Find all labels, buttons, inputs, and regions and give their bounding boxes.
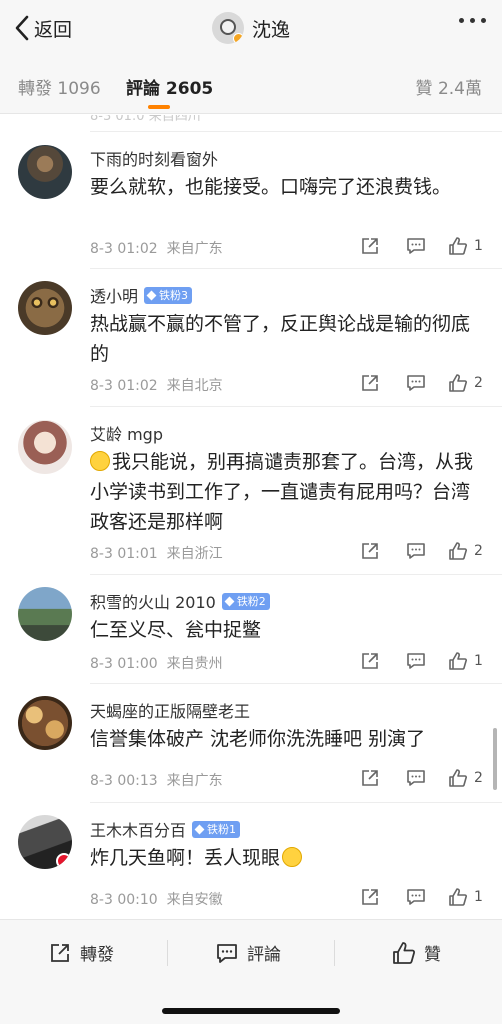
tab-comments[interactable]: 評論 2605	[126, 74, 213, 99]
back-button[interactable]: 返回	[14, 13, 72, 43]
commenter-name[interactable]: 积雪的火山 2010	[90, 589, 216, 613]
tab-repost[interactable]: 轉發 1096	[18, 74, 101, 99]
commenter-avatar[interactable]	[18, 696, 72, 750]
back-label: 返回	[34, 18, 73, 41]
comment-item[interactable]: 下雨的时刻看窗外 要么就软，也能接受。口嗨完了还浪费钱。 8-3 01:02 来…	[0, 132, 502, 267]
tab-bar: 轉發 1096 評論 2605 贊 2.4萬	[0, 58, 502, 114]
diamond-icon	[194, 824, 205, 834]
fan-badge: 铁粉3	[144, 286, 193, 304]
like-button[interactable]: 2	[448, 373, 483, 393]
like-button[interactable]: 2	[448, 768, 483, 788]
comment-button[interactable]: 評論	[215, 940, 281, 965]
like-button[interactable]: 1	[448, 651, 483, 671]
bottom-action-bar: 轉發 評論 贊	[0, 919, 502, 1024]
comment-text: 我只能说，别再搞谴责那套了。台湾，从我小学读书到工作了，一直谴责有屁用吗？台湾政…	[90, 451, 474, 533]
like-post-button[interactable]: 贊	[392, 940, 441, 965]
comment-item[interactable]: 天蝎座的正版隔壁老王 信誉集体破产 沈老师你洗洗睡吧 别演了 8-3 00:13…	[0, 684, 502, 801]
comment-meta: 8-3 00:13 来自广东	[90, 773, 223, 789]
like-button[interactable]: 2	[448, 541, 483, 561]
like-icon	[449, 652, 467, 670]
comment-meta: 8-3 01:01 来自浙江	[90, 546, 223, 562]
reply-icon[interactable]	[406, 373, 426, 393]
share-icon[interactable]	[360, 887, 380, 907]
commenter-avatar[interactable]	[18, 145, 72, 199]
face-emoji-icon	[282, 847, 303, 867]
reply-icon[interactable]	[406, 236, 426, 256]
top-nav-bar: 返回 沈逸	[0, 0, 502, 58]
back-chevron-icon	[15, 15, 29, 41]
fan-badge: 铁粉1	[192, 820, 241, 838]
comment-meta: 8-3 01:00 来自贵州	[90, 656, 223, 672]
divider	[334, 940, 335, 966]
commenter-name[interactable]: 下雨的时刻看窗外	[90, 146, 218, 170]
reply-icon[interactable]	[406, 887, 426, 907]
like-icon	[449, 542, 467, 560]
diamond-icon	[224, 596, 235, 606]
divider	[167, 940, 168, 966]
share-icon	[51, 943, 69, 962]
like-icon	[449, 769, 467, 787]
comment-text: 要么就软，也能接受。口嗨完了还浪费钱。	[90, 176, 452, 198]
share-icon[interactable]	[360, 373, 380, 393]
comment-list[interactable]: 8-3 01:0 来自四川 下雨的时刻看窗外 要么就软，也能接受。口嗨完了还浪费…	[0, 115, 502, 919]
share-icon[interactable]	[360, 651, 380, 671]
commenter-name[interactable]: 艾龄 mgp	[90, 421, 163, 445]
reply-icon	[217, 943, 237, 963]
commenter-avatar[interactable]	[18, 587, 72, 641]
share-icon[interactable]	[360, 541, 380, 561]
reply-icon[interactable]	[406, 768, 426, 788]
commenter-name[interactable]: 王木木百分百	[90, 817, 186, 841]
comment-text: 炸几天鱼啊！丢人现眼	[90, 843, 480, 873]
like-button[interactable]: 1	[448, 887, 483, 907]
face-emoji-icon	[90, 451, 110, 471]
home-indicator[interactable]	[162, 1008, 340, 1014]
tab-likes[interactable]: 贊 2.4萬	[416, 74, 482, 99]
comment-text: 热战赢不赢的不管了，反正舆论战是输的彻底的	[90, 313, 471, 365]
profile-title[interactable]: 沈逸	[212, 10, 290, 46]
reply-icon[interactable]	[406, 651, 426, 671]
scrollbar-thumb[interactable]	[493, 728, 497, 790]
comment-meta: 8-3 01:02 来自北京	[90, 378, 223, 394]
share-icon[interactable]	[360, 236, 380, 256]
like-icon	[449, 888, 467, 906]
comment-item[interactable]: 透小明 铁粉3 热战赢不赢的不管了，反正舆论战是输的彻底的 8-3 01:02 来…	[0, 269, 502, 405]
comment-text: 信誉集体破产 沈老师你洗洗睡吧 别演了	[90, 728, 426, 750]
like-button[interactable]: 1	[448, 236, 483, 256]
commenter-avatar[interactable]	[18, 815, 72, 869]
comment-item[interactable]: 王木木百分百 铁粉1 炸几天鱼啊！丢人现眼 8-3 00:10 来自安徽 1	[0, 803, 502, 919]
diamond-icon	[146, 290, 157, 300]
previous-comment-meta: 8-3 01:0 来自四川	[90, 115, 201, 124]
commenter-avatar[interactable]	[18, 281, 72, 335]
verified-badge-icon	[233, 33, 244, 44]
fan-badge: 铁粉2	[221, 592, 270, 610]
verified-badge-icon	[56, 853, 72, 869]
comment-item[interactable]: 积雪的火山 2010 铁粉2 仁至义尽、瓮中捉鳖 8-3 01:00 来自贵州 1	[0, 575, 502, 682]
comment-meta: 8-3 00:10 来自安徽	[90, 892, 223, 908]
more-dots-icon[interactable]	[459, 18, 486, 23]
repost-button[interactable]: 轉發	[48, 940, 114, 965]
reply-icon[interactable]	[406, 541, 426, 561]
share-icon[interactable]	[360, 768, 380, 788]
author-name: 沈逸	[252, 18, 291, 41]
like-icon	[449, 374, 467, 392]
commenter-avatar[interactable]	[18, 420, 72, 474]
like-icon	[449, 237, 467, 255]
active-tab-indicator	[148, 105, 170, 109]
comment-item[interactable]: 艾龄 mgp 我只能说，别再搞谴责那套了。台湾，从我小学读书到工作了，一直谴责有…	[0, 407, 502, 573]
commenter-name[interactable]: 透小明	[90, 283, 138, 307]
like-icon	[393, 941, 416, 964]
comment-text: 仁至义尽、瓮中捉鳖	[90, 619, 262, 641]
author-avatar[interactable]	[212, 12, 244, 44]
commenter-name[interactable]: 天蝎座的正版隔壁老王	[90, 698, 250, 722]
comment-meta: 8-3 01:02 来自广东	[90, 241, 223, 257]
